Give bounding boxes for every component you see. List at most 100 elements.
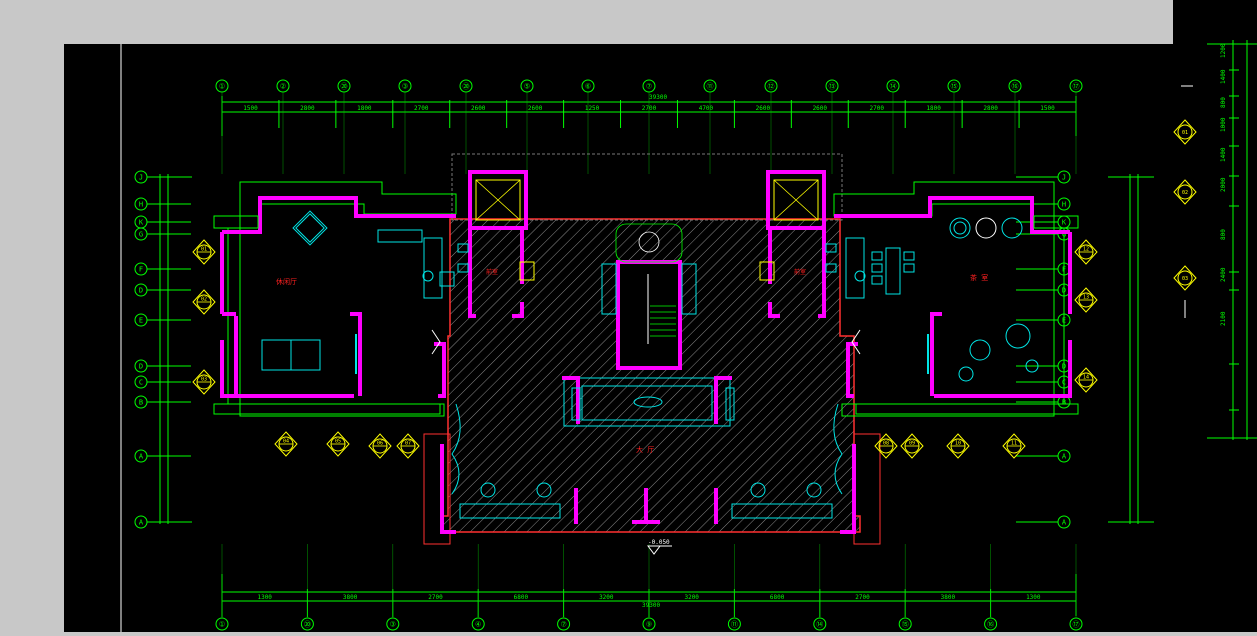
top-axis-bubble: ③ <box>398 79 412 93</box>
section-marker: 06 <box>368 433 392 459</box>
svg-text:①: ① <box>219 83 225 91</box>
right-panel-section-marker: 02 <box>1173 179 1197 205</box>
bottom-axis-bubble: ④ <box>471 617 485 631</box>
bottom-axis-bubble: ③ <box>386 617 400 631</box>
top-axis-bubble: ⑦ <box>642 79 656 93</box>
window-top-strip <box>0 0 1173 44</box>
svg-text:⑤: ⑤ <box>524 83 530 91</box>
section-marker: 07 <box>396 433 420 459</box>
top-axis-bubble: ⑫ <box>764 79 778 93</box>
svg-text:⑭: ⑭ <box>816 621 823 629</box>
svg-text:A: A <box>1062 519 1067 527</box>
left-dimension-ruler <box>150 174 192 524</box>
left-axis-bubble: E <box>134 313 148 327</box>
right-panel-dimension-text: 800 <box>1220 97 1227 108</box>
svg-text:01: 01 <box>201 247 207 253</box>
svg-text:⑳: ⑳ <box>304 621 311 629</box>
bottom-axis-bubble: ⑨ <box>642 617 656 631</box>
top-dimension-text: 2700 <box>870 105 885 112</box>
svg-text:01: 01 <box>1182 130 1188 136</box>
left-axis-bubble: A <box>134 515 148 529</box>
bottom-dimension-text: 2700 <box>855 594 870 601</box>
bottom-dimension-text: 1300 <box>257 594 272 601</box>
svg-text:G: G <box>139 231 143 239</box>
svg-text:05: 05 <box>335 439 341 445</box>
svg-text:⑪: ⑪ <box>731 621 738 629</box>
right-axis-bubble: K <box>1057 215 1071 229</box>
bottom-dimension-text: 2700 <box>428 594 443 601</box>
top-axis-bubble: ⑮ <box>947 79 961 93</box>
top-axis-bubble: ⑬ <box>825 79 839 93</box>
right-panel-dimension-text: 1400 <box>1220 147 1227 162</box>
cad-model-space[interactable]: 1500 2800 1800 2700 2600 2600 1250 2700 4700 2600… <box>64 44 1173 632</box>
top-dimension-text: 2800 <box>983 105 998 112</box>
bottom-dimension-text: 1300 <box>1026 594 1041 601</box>
right-wing <box>833 181 1079 417</box>
left-axis-bubble: D <box>134 283 148 297</box>
right-dimension-ruler <box>1108 174 1154 524</box>
left-axis-bubble: B <box>134 395 148 409</box>
section-marker: 05 <box>326 431 350 457</box>
svg-text:⑦: ⑦ <box>646 83 652 91</box>
svg-text:⑮: ⑮ <box>902 621 909 629</box>
left-axis-bubble: D <box>134 359 148 373</box>
room-label-right: 茶 室 <box>970 273 988 282</box>
svg-text:H: H <box>139 201 143 209</box>
bottom-axis-bubble: ⑰ <box>1069 617 1083 631</box>
top-dimension-text: 1250 <box>585 105 600 112</box>
section-marker: 11 <box>1002 433 1026 459</box>
svg-text:08: 08 <box>883 441 889 447</box>
svg-text:11: 11 <box>1011 441 1017 447</box>
left-axis-bubble: J <box>134 170 148 184</box>
section-marker: 08 <box>874 433 898 459</box>
svg-text:04: 04 <box>283 439 289 445</box>
top-dimension-text: 4700 <box>699 105 714 112</box>
svg-text:09: 09 <box>909 441 915 447</box>
bottom-axis-bubble: ⑭ <box>813 617 827 631</box>
right-panel-section-marker: 03 <box>1173 265 1197 291</box>
bottom-axis-bubble: ① <box>215 617 229 631</box>
top-dimension-text: 1800 <box>926 105 941 112</box>
room-label-right-small: 前室 <box>794 268 806 276</box>
top-axis-bubble: ⑳ <box>337 79 351 93</box>
svg-text:14: 14 <box>1083 375 1089 381</box>
svg-text:⑦: ⑦ <box>560 621 566 629</box>
svg-text:02: 02 <box>201 297 207 303</box>
top-dimension-text: 1800 <box>357 105 372 112</box>
svg-text:⑪: ⑪ <box>707 83 714 91</box>
right-axis-bubble: H <box>1057 197 1071 211</box>
right-panel-dimension-text: 2400 <box>1220 267 1227 282</box>
bottom-axis-bubble: ⑳ <box>300 617 314 631</box>
bottom-dimension-text: 3800 <box>941 594 956 601</box>
svg-text:⑫: ⑫ <box>768 83 775 91</box>
svg-text:13: 13 <box>1083 295 1089 301</box>
top-axis-bubble: ⑭ <box>886 79 900 93</box>
right-panel-dimension-text: 1000 <box>1220 117 1227 132</box>
top-axis-bubble: ② <box>276 79 290 93</box>
top-axis-bubble: ① <box>215 79 229 93</box>
right-side-viewport[interactable]: 1200 1400 800 1000 1400 2000 800 2400 2100 01 02 0… <box>1173 0 1257 632</box>
bottom-dimension-text: 6800 <box>770 594 785 601</box>
right-panel-dimension-text: 800 <box>1220 229 1227 240</box>
top-dimension-text: 2600 <box>528 105 543 112</box>
bottom-dimension-text: 3200 <box>599 594 614 601</box>
right-axis-bubble: A <box>1057 515 1071 529</box>
svg-text:J: J <box>1062 174 1066 182</box>
top-dimension-text: 2800 <box>300 105 315 112</box>
left-axis-bubble: C <box>134 375 148 389</box>
svg-text:A: A <box>139 519 144 527</box>
bottom-total-dimension: 39300 <box>642 602 660 609</box>
right-room-furniture <box>845 217 1039 382</box>
top-total-dimension: 39300 <box>649 94 667 101</box>
svg-text:J: J <box>139 174 143 182</box>
top-axis-bubble: ⑳ <box>459 79 473 93</box>
floor-plan-drawing: 1500 2800 1800 2700 2600 2600 1250 2700 4700 2600… <box>120 44 1154 632</box>
svg-text:①: ① <box>219 621 225 629</box>
svg-text:D: D <box>139 363 143 371</box>
top-dimension-text: 2600 <box>756 105 771 112</box>
svg-text:⑰: ⑰ <box>1073 83 1080 91</box>
right-panel-dimension-text: 1400 <box>1220 69 1227 84</box>
svg-text:K: K <box>139 219 144 227</box>
bottom-dimension-text: 3800 <box>343 594 358 601</box>
section-marker: 09 <box>900 433 924 459</box>
